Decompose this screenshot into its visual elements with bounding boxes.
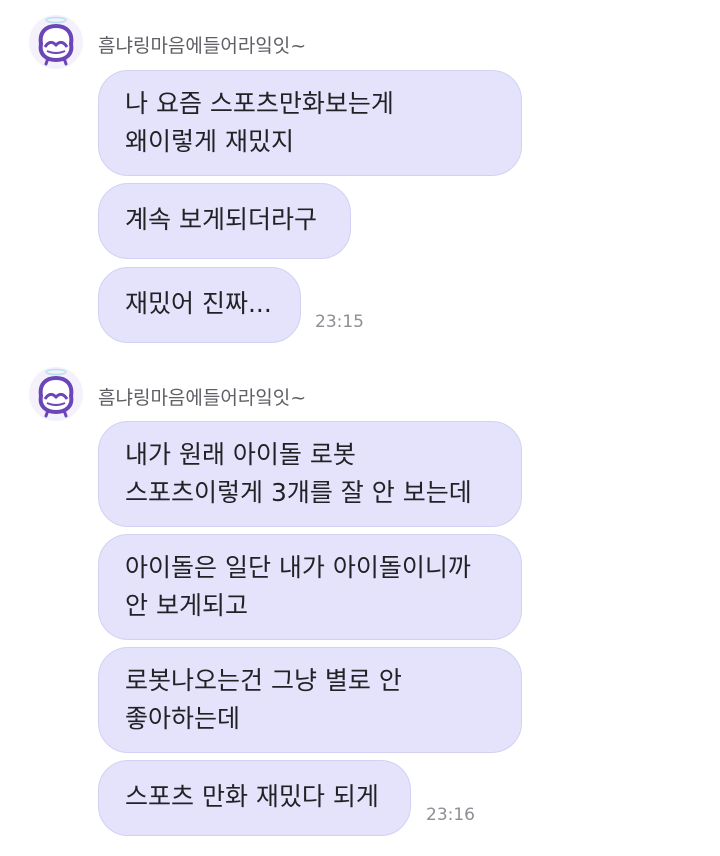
message-text-line: 스포츠이렇게 3개를 잘 안 보는데 [125, 478, 472, 507]
message-bubble[interactable]: 로봇나오는건 그냥 별로 안 좋아하는데 [98, 647, 522, 753]
message-bubble[interactable]: 재밌어 진짜... [98, 267, 301, 343]
message-text-line: 재밌어 진짜... [125, 289, 272, 318]
sender-avatar[interactable] [28, 14, 84, 70]
message-text-line: 안 보게되고 [125, 591, 248, 620]
message-bubble[interactable]: 나 요즘 스포츠만화보는게 왜이렇게 재밌지 [98, 70, 522, 176]
message-text-line: 계속 보게되더라구 [125, 205, 317, 234]
message-bubble[interactable]: 스포츠 만화 재밌다 되게 [98, 760, 411, 836]
message-text-line: 좋아하는데 [125, 704, 241, 733]
message-bubble[interactable]: 내가 원래 아이돌 로봇 스포츠이렇게 3개를 잘 안 보는데 [98, 421, 522, 527]
message-timestamp: 23:15 [315, 312, 364, 332]
message-text-line: 스포츠 만화 재밌다 되게 [125, 782, 379, 811]
message-bubble[interactable]: 계속 보게되더라구 [98, 183, 351, 259]
message-text-line: 왜이렇게 재밌지 [125, 127, 294, 156]
purple-bun-character-avatar-icon [29, 15, 83, 69]
sender-name: 흠냐링마음에들어라잌잇~ [98, 35, 307, 57]
sender-name: 흠냐링마음에들어라잌잇~ [98, 387, 307, 409]
message-text-line: 로봇나오는건 그냥 별로 안 [125, 666, 402, 695]
message-timestamp: 23:16 [426, 805, 475, 825]
message-text-line: 아이돌은 일단 내가 아이돌이니까 [125, 553, 471, 582]
message-text-line: 내가 원래 아이돌 로봇 [125, 440, 356, 469]
message-text-line: 나 요즘 스포츠만화보는게 [125, 89, 394, 118]
sender-avatar[interactable] [28, 366, 84, 422]
purple-bun-character-avatar-icon [29, 367, 83, 421]
message-bubble[interactable]: 아이돌은 일단 내가 아이돌이니까 안 보게되고 [98, 534, 522, 640]
